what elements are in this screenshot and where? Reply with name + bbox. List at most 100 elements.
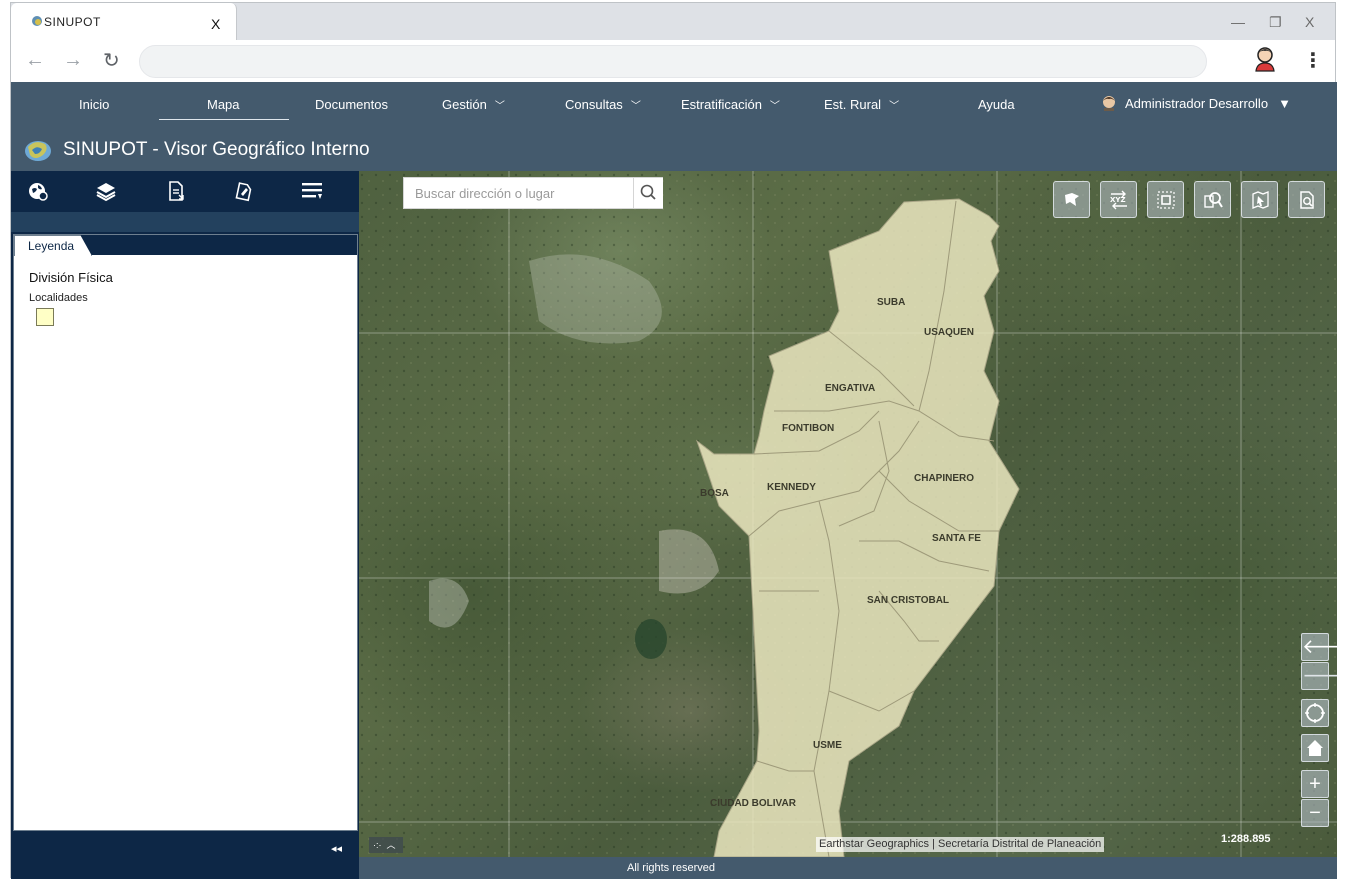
locality-label: USME xyxy=(813,740,842,751)
minimize-button[interactable]: — xyxy=(1231,14,1245,30)
app-title-bar: SINUPOT - Visor Geográfico Interno xyxy=(11,128,1337,171)
back-arrow-icon[interactable]: ← xyxy=(25,49,45,72)
chevron-down-icon: ﹀ xyxy=(630,101,641,112)
status-text: All rights reserved xyxy=(627,862,716,874)
user-name: Administrador Desarrollo xyxy=(1125,96,1269,111)
locality-label: BOSA xyxy=(700,488,729,499)
nav-label: Est. Rural xyxy=(824,97,882,112)
nav-item-ayuda[interactable]: Ayuda xyxy=(978,97,1015,112)
nav-label: Consultas xyxy=(565,97,623,112)
measure-icon xyxy=(1065,193,1079,206)
chevron-down-icon: ﹀ xyxy=(769,101,780,112)
locality-label: KENNEDY xyxy=(767,482,816,493)
search-icon xyxy=(640,184,656,200)
query-document-icon xyxy=(1300,191,1314,209)
search-box xyxy=(403,177,663,209)
nav-item-est-rural[interactable]: Est. Rural ﹀ xyxy=(824,97,899,112)
list-menu-icon[interactable] xyxy=(301,180,323,202)
xyz-coordinates-icon: XYZ xyxy=(1110,190,1127,210)
identify-search-icon xyxy=(1204,192,1223,208)
nav-label: Estratificación xyxy=(681,97,762,112)
collapse-panel-button[interactable]: ◂◂ xyxy=(331,842,342,855)
locality-label: SUBA xyxy=(877,297,905,308)
nav-item-inicio[interactable]: Inicio xyxy=(79,97,109,112)
locate-icon xyxy=(1305,703,1325,723)
home-icon xyxy=(1307,740,1323,756)
tab-legend-label: Leyenda xyxy=(28,239,75,253)
top-navigation: Inicio Mapa Documentos Gestión ﹀ Consulta… xyxy=(11,82,1337,128)
active-nav-indicator xyxy=(159,119,289,120)
nav-label: Gestión xyxy=(442,97,487,112)
search-input[interactable] xyxy=(404,178,633,208)
app: Inicio Mapa Documentos Gestión ﹀ Consulta… xyxy=(11,82,1337,879)
search-button[interactable] xyxy=(633,178,663,208)
forward-arrow-icon[interactable]: → xyxy=(63,49,83,72)
left-panel-strip xyxy=(11,212,359,232)
sinupot-logo-icon xyxy=(25,141,51,161)
chevron-down-icon: ﹀ xyxy=(494,101,505,112)
layers-icon[interactable] xyxy=(95,180,117,202)
select-features-button[interactable] xyxy=(1241,181,1278,218)
coordinates-xyz-button[interactable]: XYZ xyxy=(1100,181,1137,218)
tab-legend[interactable]: Leyenda xyxy=(14,235,92,256)
identify-button[interactable] xyxy=(1194,181,1231,218)
globe-search-icon[interactable] xyxy=(27,180,49,202)
report-document-icon[interactable] xyxy=(165,180,187,202)
app-title: SINUPOT - Visor Geográfico Interno xyxy=(63,139,370,160)
nav-item-documentos[interactable]: Documentos xyxy=(315,97,388,112)
user-menu[interactable]: Administrador Desarrollo ▼ xyxy=(1101,95,1291,111)
crosshair-icon: ·:· xyxy=(373,840,382,850)
caret-down-icon: ▼ xyxy=(1278,96,1291,111)
nav-item-estratificacion[interactable]: Estratificación ﹀ xyxy=(681,97,780,112)
legend-layer-name: Localidades xyxy=(29,292,88,304)
legend-heading: División Física xyxy=(29,270,113,285)
profile-avatar-icon[interactable] xyxy=(1254,46,1276,72)
locality-label: CHAPINERO xyxy=(914,473,974,484)
reservoir xyxy=(635,619,667,659)
status-bar: All rights reserved xyxy=(359,857,1337,879)
full-extent-button[interactable] xyxy=(1147,181,1184,218)
locality-label: USAQUEN xyxy=(924,327,974,338)
address-row: ← → ↻ ⋮ xyxy=(11,40,1335,82)
nav-item-gestion[interactable]: Gestión ﹀ xyxy=(442,97,505,112)
xyz-label: XYZ xyxy=(1110,196,1126,204)
zoom-in-button[interactable]: + xyxy=(1301,770,1329,798)
select-map-icon xyxy=(1252,191,1269,209)
next-extent-button[interactable]: 🡒 xyxy=(1301,662,1337,690)
legend-panel: Leyenda División Física Localidades xyxy=(13,234,358,831)
reload-icon[interactable]: ↻ xyxy=(103,48,120,73)
browser-menu-icon[interactable]: ⋮ xyxy=(1303,48,1323,73)
locality-label: CIUDAD BOLIVAR xyxy=(710,798,797,809)
window-close-button[interactable]: X xyxy=(1305,14,1314,30)
previous-extent-button[interactable]: 🡐 xyxy=(1301,633,1337,661)
chevron-up-icon: ︿ xyxy=(386,840,396,850)
zoom-out-button[interactable]: − xyxy=(1301,799,1329,827)
tab-close-button[interactable]: X xyxy=(211,16,220,32)
extent-icon xyxy=(1157,191,1175,209)
nav-item-mapa[interactable]: Mapa xyxy=(207,97,240,112)
map-canvas[interactable]: SUBA USAQUEN ENGATIVA FONTIBON BOSA KENNEDY CH… xyxy=(359,171,1337,857)
locality-label: SAN CRISTOBAL xyxy=(867,595,949,606)
legend-swatch xyxy=(36,308,54,326)
restore-button[interactable]: ❐ xyxy=(1269,14,1282,31)
map-scale: 1:288.895 xyxy=(1221,833,1271,845)
home-button[interactable] xyxy=(1301,734,1329,762)
query-button[interactable] xyxy=(1288,181,1325,218)
tab-strip: SINUPOT X — ❐ X xyxy=(11,3,1335,40)
locality-label: SANTA FE xyxy=(932,533,981,544)
nav-item-consultas[interactable]: Consultas ﹀ xyxy=(565,97,641,112)
left-panel-toolbar xyxy=(11,171,359,212)
map-view[interactable]: SUBA USAQUEN ENGATIVA FONTIBON BOSA KENNEDY CH… xyxy=(359,171,1337,857)
tab-title: SINUPOT xyxy=(44,15,101,29)
coordinate-display-toggle[interactable]: ·:· ︿ xyxy=(369,837,403,853)
map-attribution: Earthstar Geographics | Secretaría Distr… xyxy=(816,837,1105,852)
browser-tab[interactable]: SINUPOT X xyxy=(11,3,237,40)
locality-label: FONTIBON xyxy=(782,423,834,434)
sinupot-favicon-icon xyxy=(32,16,42,26)
locality-label: ENGATIVA xyxy=(825,383,875,394)
measure-tool-button[interactable] xyxy=(1053,181,1090,218)
address-bar[interactable] xyxy=(139,45,1207,78)
locate-button[interactable] xyxy=(1301,699,1329,727)
chevron-down-icon: ﹀ xyxy=(889,101,900,112)
edit-document-icon[interactable] xyxy=(232,180,254,202)
